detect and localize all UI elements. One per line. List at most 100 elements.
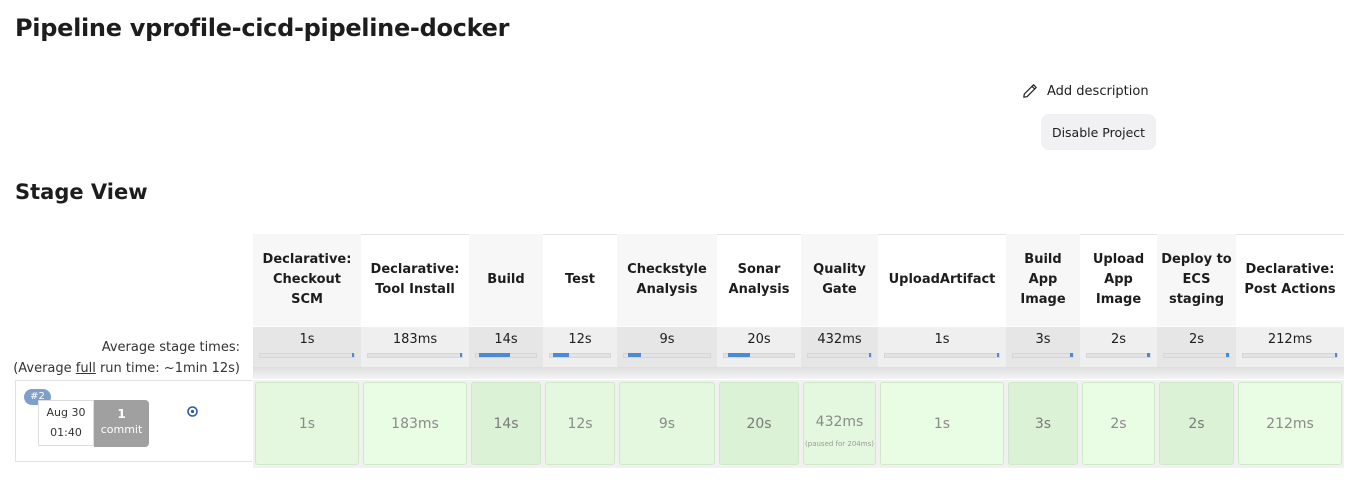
- stage-average-value: 9s: [659, 332, 675, 347]
- stage-average-value: 1s: [934, 332, 950, 347]
- build-date-day: Aug 30: [46, 406, 86, 419]
- stage-average-value: 432ms: [817, 332, 862, 347]
- stage-header: UploadArtifact: [888, 272, 996, 287]
- stage-average-time: 1s: [878, 327, 1006, 367]
- stage-time-bar: [475, 353, 537, 358]
- stage-average-value: 3s: [1035, 332, 1051, 347]
- stage-average-time: 12s: [543, 327, 617, 367]
- stage-header: Build App Image: [1006, 234, 1080, 326]
- stage-time-bar-fill: [728, 353, 750, 357]
- stage-time-bar: [623, 353, 711, 358]
- stage-header: Declarative: Tool Install: [370, 262, 460, 297]
- stage-header: Deploy to ECS staging: [1157, 234, 1236, 326]
- stage-time-bar-fill: [1226, 353, 1229, 357]
- stage-header: Checkstyle Analysis: [617, 234, 717, 326]
- commits-count: 1: [117, 407, 126, 421]
- stage-header: Quality Gate: [801, 234, 878, 326]
- stage-average-value: 14s: [494, 332, 518, 347]
- stage-time-bar: [1163, 353, 1230, 358]
- stage-time-bar: [259, 353, 355, 358]
- stage-result-time: 12s: [567, 415, 593, 432]
- stage-result-cell[interactable]: 183ms: [363, 382, 467, 465]
- stage-time-bar-fill: [479, 353, 510, 357]
- stage-result-cell[interactable]: 212ms: [1238, 382, 1342, 465]
- stage-view-table: Average stage times: (Average full run t…: [0, 234, 1351, 474]
- stage-result-cell[interactable]: 2s: [1159, 382, 1234, 465]
- stage-header: Sonar Analysis: [728, 262, 790, 297]
- stage-result-time: 212ms: [1266, 415, 1314, 432]
- stage-average-time: 14s: [469, 327, 543, 367]
- stage-header: Build: [469, 234, 543, 326]
- average-run-suffix: run time: ~1min 12s): [95, 361, 240, 376]
- stage-time-bar: [549, 353, 611, 358]
- expand-circle-icon[interactable]: [187, 406, 198, 417]
- page-title: Pipeline vprofile-cicd-pipeline-docker: [15, 14, 510, 42]
- stage-result-cell[interactable]: 1s: [880, 382, 1004, 465]
- paused-note: (paused for 204ms): [805, 439, 874, 448]
- stage-average-time: 2s: [1080, 327, 1157, 367]
- stage-result-cell[interactable]: 14s: [471, 382, 541, 465]
- stage-average-value: 12s: [568, 332, 592, 347]
- stage-result-cell[interactable]: 20s: [719, 382, 799, 465]
- build-date: Aug 30 01:40: [38, 400, 94, 446]
- stage-result-cell[interactable]: 1s: [255, 382, 359, 465]
- stage-average-value: 212ms: [1267, 332, 1313, 347]
- stage-result-cell[interactable]: 9s: [619, 382, 715, 465]
- stage-time-bar-fill: [460, 353, 462, 357]
- stage-result-time: 3s: [1034, 415, 1052, 432]
- stage-time-bar-fill: [869, 353, 871, 357]
- stage-result-time: 14s: [493, 415, 519, 432]
- add-description-button[interactable]: Add description: [1022, 80, 1149, 102]
- stage-time-bar: [723, 353, 795, 358]
- stage-average-value: 2s: [1188, 332, 1205, 347]
- stage-time-bar: [884, 353, 1000, 358]
- stage-time-bar-fill: [997, 353, 999, 357]
- add-description-label: Add description: [1047, 83, 1149, 99]
- stage-result-time: 9s: [658, 415, 676, 432]
- stage-average-time: 20s: [717, 327, 801, 367]
- stage-average-time: 9s: [617, 327, 717, 367]
- build-date-time: 01:40: [50, 426, 82, 439]
- stage-result-cell[interactable]: 12s: [545, 382, 615, 465]
- average-run-prefix: (Average: [13, 361, 76, 376]
- stage-average-time: 183ms: [361, 327, 469, 367]
- stage-time-bar-fill: [352, 353, 354, 357]
- stage-result-cell[interactable]: 432ms (paused for 204ms): [803, 382, 876, 465]
- stage-average-time: 432ms: [801, 327, 878, 367]
- stage-view-title: Stage View: [15, 180, 148, 204]
- stage-time-bar-fill: [1335, 353, 1337, 357]
- stage-average-value: 183ms: [392, 332, 438, 347]
- stage-average-time: 212ms: [1236, 327, 1344, 367]
- stage-result-time: 183ms: [391, 415, 439, 432]
- stage-time-bar: [1086, 353, 1151, 358]
- stage-header: Declarative: Checkout SCM: [253, 234, 361, 326]
- stage-time-bar: [1012, 353, 1074, 358]
- build-info-row: #2 Aug 30 01:40 1 commit: [15, 380, 252, 462]
- average-stage-times-label: Average stage times: (Average full run t…: [13, 337, 240, 379]
- average-run-time-text: (Average full run time: ~1min 12s): [13, 358, 240, 379]
- pencil-icon: [1023, 84, 1037, 98]
- stage-header: Upload App Image: [1092, 252, 1145, 307]
- stage-average-time: 1s: [253, 327, 361, 367]
- stage-header: Declarative: Post Actions: [1244, 262, 1336, 297]
- stage-result-cell[interactable]: 3s: [1008, 382, 1078, 465]
- stage-result-time: 20s: [746, 415, 772, 432]
- commits-label: commit: [100, 423, 143, 436]
- stage-time-bar: [367, 353, 463, 358]
- stage-average-value: 20s: [747, 332, 771, 347]
- stage-time-bar-fill: [1147, 353, 1150, 357]
- stage-average-time: 2s: [1157, 327, 1236, 367]
- stage-result-time: 1s: [933, 415, 951, 432]
- stage-result-time: 432ms: [815, 413, 864, 430]
- disable-project-button[interactable]: Disable Project: [1041, 114, 1156, 150]
- commits-button[interactable]: 1 commit: [94, 400, 149, 447]
- stage-result-time: 2s: [1110, 415, 1127, 432]
- stage-header: Test: [565, 272, 595, 287]
- stage-result-cell[interactable]: 2s: [1082, 382, 1155, 465]
- stage-time-bar-fill: [1070, 353, 1073, 357]
- full-run-link[interactable]: full: [76, 361, 96, 376]
- stage-average-time: 3s: [1006, 327, 1080, 367]
- stage-time-bar-fill: [553, 353, 569, 357]
- stage-time-bar: [807, 353, 872, 358]
- stage-average-value: 1s: [299, 332, 315, 347]
